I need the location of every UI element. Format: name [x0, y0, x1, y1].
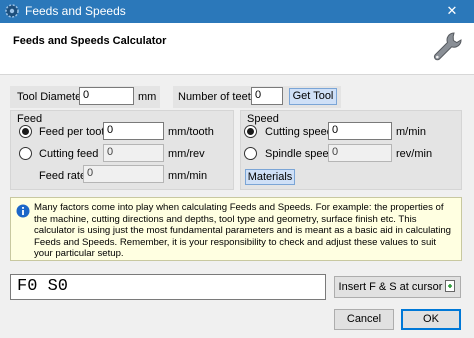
- feed-group-title: Feed: [17, 113, 43, 125]
- cutting-speed-radio[interactable]: [244, 125, 257, 138]
- info-panel: Many factors come into play when calcula…: [10, 197, 462, 261]
- speed-group-title: Speed: [247, 113, 279, 125]
- number-of-teeth-label: Number of teeth: [178, 91, 257, 103]
- cutting-speed-input[interactable]: 0: [328, 122, 392, 140]
- materials-button[interactable]: Materials: [245, 169, 295, 185]
- close-button[interactable]: ✕: [430, 0, 474, 23]
- cutting-feed-label: Cutting feed: [39, 148, 99, 160]
- wrench-icon: [433, 32, 462, 61]
- number-of-teeth-input[interactable]: 0: [251, 87, 283, 105]
- window-title: Feeds and Speeds: [25, 4, 126, 18]
- spindle-speed-radio[interactable]: [244, 147, 257, 160]
- info-text: Many factors come into play when calcula…: [34, 202, 452, 260]
- app-gear-icon: [5, 4, 19, 18]
- ok-button[interactable]: OK: [401, 309, 461, 330]
- feed-rate-label: Feed rate: [39, 170, 87, 182]
- tool-diameter-unit: mm: [138, 91, 157, 103]
- feed-per-tooth-unit: mm/tooth: [168, 126, 214, 138]
- spindle-speed-unit: rev/min: [396, 148, 433, 160]
- cutting-feed-unit: mm/rev: [168, 148, 205, 160]
- cutting-feed-input[interactable]: 0: [103, 144, 164, 162]
- title-bar: Feeds and Speeds ✕: [0, 0, 474, 23]
- spindle-speed-input[interactable]: 0: [328, 144, 392, 162]
- cancel-button[interactable]: Cancel: [334, 309, 394, 330]
- page-title: Feeds and Speeds Calculator: [13, 35, 167, 47]
- feeds-and-speeds-window: Feeds and Speeds ✕ Feeds and Speeds Calc…: [0, 0, 474, 338]
- header-panel: Feeds and Speeds Calculator: [0, 23, 474, 75]
- insert-fs-button[interactable]: Insert F & S at cursor: [334, 276, 461, 298]
- feed-per-tooth-radio[interactable]: [19, 125, 32, 138]
- tool-diameter-input[interactable]: 0: [79, 87, 134, 105]
- get-tool-button[interactable]: Get Tool: [289, 88, 337, 105]
- tool-diameter-label: Tool Diameter: [17, 91, 85, 103]
- cutting-feed-radio[interactable]: [19, 147, 32, 160]
- feed-per-tooth-label: Feed per tooth: [39, 126, 111, 138]
- feed-speed-output-field[interactable]: F0 S0: [10, 274, 326, 300]
- cutting-speed-unit: m/min: [396, 126, 426, 138]
- insert-document-icon: [445, 280, 456, 292]
- feed-rate-unit: mm/min: [168, 170, 208, 182]
- spindle-speed-label: Spindle speed: [265, 148, 335, 160]
- feed-per-tooth-input[interactable]: 0: [103, 122, 164, 140]
- feed-rate-input[interactable]: 0: [83, 165, 164, 183]
- cutting-speed-label: Cutting speed: [265, 126, 333, 138]
- insert-fs-label: Insert F & S at cursor: [338, 281, 443, 293]
- info-icon: [16, 204, 30, 218]
